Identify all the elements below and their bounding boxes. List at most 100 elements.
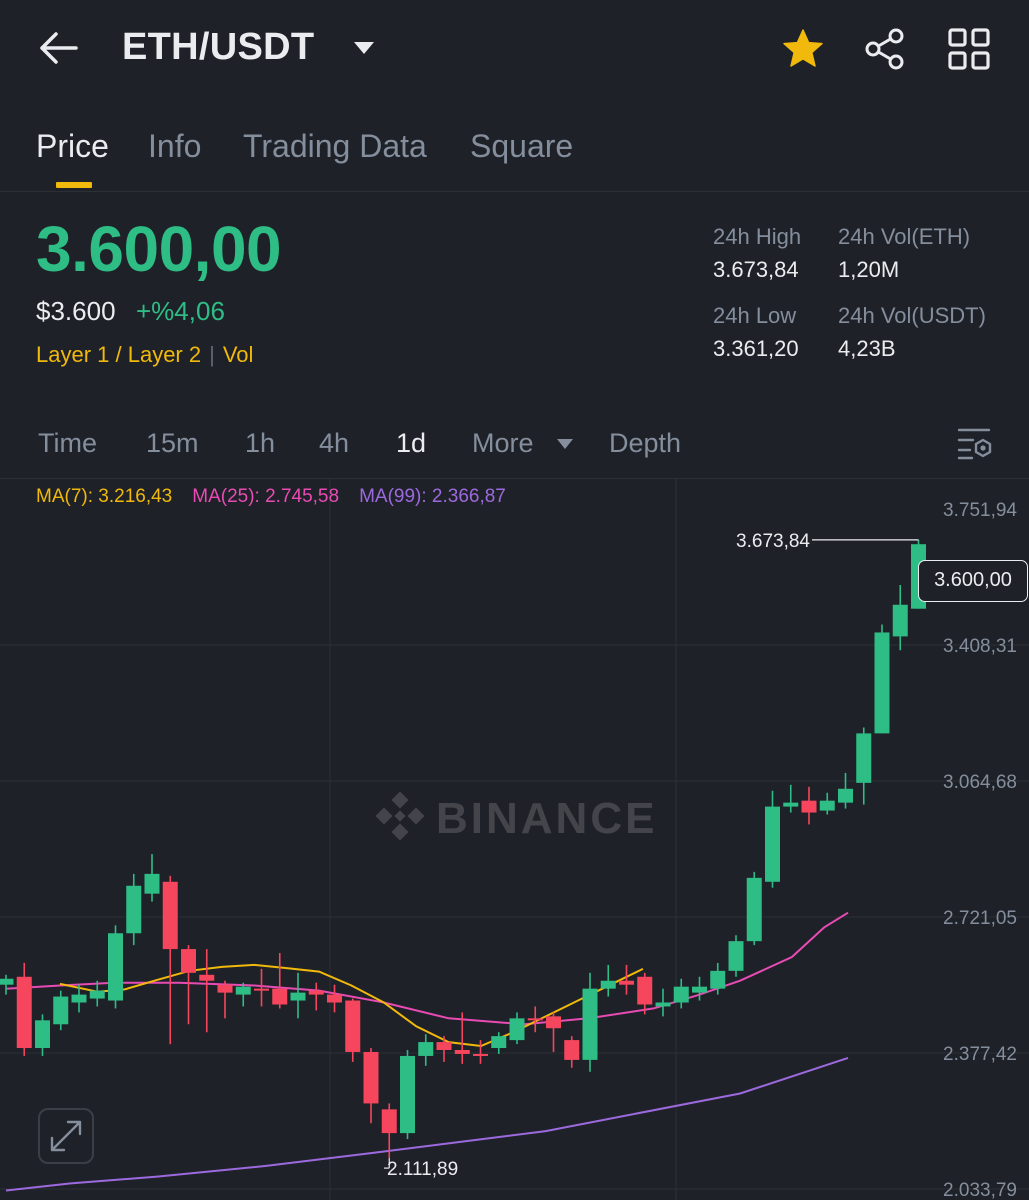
ma25-label: MA(25): 2.745,58	[192, 486, 340, 507]
candle-down	[217, 984, 233, 993]
expand-icon	[50, 1120, 82, 1152]
candle-up	[765, 806, 780, 882]
caret-down-icon[interactable]	[556, 438, 574, 450]
candle-up	[235, 986, 251, 995]
candle-up	[838, 788, 853, 803]
candle-up	[0, 978, 14, 985]
stat-vol-eth-label: 24h Vol(ETH)	[838, 224, 971, 249]
interval-time[interactable]: Time	[38, 428, 97, 459]
candle-down	[199, 974, 215, 981]
y-axis-label: 3.751,94	[943, 500, 1017, 521]
share-icon[interactable]	[862, 26, 908, 72]
stat-vol-eth-value: 1,20M	[838, 257, 900, 282]
candle-up	[819, 800, 835, 811]
y-axis-label: 2.033,79	[943, 1180, 1017, 1200]
tab-bar: Price Info Trading Data Square	[0, 110, 1029, 192]
stat-vol-usdt-value: 4,23B	[838, 336, 896, 361]
interval-15m[interactable]: 15m	[146, 428, 199, 459]
back-arrow-icon[interactable]	[36, 26, 80, 70]
y-axis-label: 3.408,31	[943, 636, 1017, 657]
tab-price[interactable]: Price	[36, 128, 109, 165]
watermark-text: BINANCE	[436, 794, 658, 843]
candle-up	[71, 994, 87, 1003]
interval-bar: Time 15m 1h 4h 1d More Depth	[0, 420, 1029, 470]
expand-chart-button[interactable]	[38, 1108, 94, 1164]
candle-up	[856, 733, 872, 783]
candle-down	[619, 980, 634, 985]
candle-up	[53, 996, 69, 1025]
chart-settings-icon[interactable]	[956, 424, 994, 462]
candle-down	[473, 1053, 488, 1056]
tab-info[interactable]: Info	[148, 128, 201, 165]
candle-up	[728, 941, 744, 971]
candle-up	[746, 877, 762, 942]
candle-down	[564, 1040, 580, 1060]
stat-low-value: 3.361,20	[713, 336, 799, 361]
candle-down	[254, 988, 269, 991]
candle-up	[144, 873, 160, 894]
candle-down	[527, 1018, 543, 1021]
tag-vol[interactable]: Vol	[223, 342, 254, 367]
candle-down	[801, 800, 817, 813]
candle-down	[363, 1051, 379, 1104]
candle-up	[290, 992, 306, 1001]
last-price: 3.600,00	[36, 213, 282, 285]
candle-up	[783, 802, 799, 807]
candle-up	[126, 885, 142, 934]
active-tab-indicator	[56, 182, 92, 188]
candle-down	[454, 1050, 470, 1054]
stat-low-label: 24h Low	[713, 303, 797, 328]
candle-up	[874, 632, 890, 734]
candle-up	[582, 988, 598, 1060]
candle-down	[181, 949, 196, 973]
grid-icon[interactable]	[946, 26, 992, 72]
tag-layer[interactable]: Layer 1 / Layer 2	[36, 342, 201, 367]
tab-square[interactable]: Square	[470, 128, 573, 165]
y-axis-label: 2.377,42	[943, 1044, 1017, 1065]
candle-up	[418, 1042, 434, 1056]
tab-trading-data[interactable]: Trading Data	[243, 128, 427, 165]
candle-up	[400, 1055, 415, 1134]
usd-price: $3.600	[36, 296, 116, 326]
top-bar: ETH/USDT	[0, 0, 1029, 96]
candle-up	[89, 990, 105, 999]
candle-down	[308, 990, 324, 995]
interval-1d[interactable]: 1d	[396, 428, 426, 459]
pair-title[interactable]: ETH/USDT	[122, 26, 314, 69]
category-tags: Layer 1 / Layer 2 | Vol	[36, 342, 253, 368]
candle-up	[892, 604, 908, 637]
ma7-label: MA(7): 3.216,43	[36, 486, 173, 507]
tag-separator: |	[209, 342, 215, 367]
stat-vol-usdt-label: 24h Vol(USDT)	[838, 303, 986, 328]
candle-up	[600, 980, 616, 989]
candle-down	[272, 988, 288, 1005]
interval-depth[interactable]: Depth	[609, 428, 681, 459]
ma-legend: MA(7): 3.216,43 MA(25): 2.745,58 MA(99): 2…	[36, 486, 506, 508]
candle-down	[162, 881, 178, 950]
y-axis-label: 2.721,05	[943, 908, 1017, 929]
stat-high-label: 24h High	[713, 224, 802, 249]
ma99-label: MA(99): 2.366,87	[359, 486, 506, 507]
candle-up	[491, 1036, 507, 1049]
current-price-badge[interactable]: 3.600,00	[918, 560, 1028, 602]
high-marker-label: 3.673,84	[736, 531, 810, 552]
candle-down	[16, 976, 32, 1049]
candle-down	[436, 1042, 452, 1051]
candle-up	[35, 1020, 50, 1049]
price-change-percent: +%4,06	[136, 296, 225, 326]
candle-up	[655, 1002, 671, 1007]
candle-down	[327, 994, 342, 1003]
interval-1h[interactable]: 1h	[245, 428, 275, 459]
candle-down	[637, 976, 653, 1005]
interval-4h[interactable]: 4h	[319, 428, 349, 459]
interval-more[interactable]: More	[472, 428, 534, 459]
y-axis-label: 3.064,68	[943, 772, 1017, 793]
candle-up	[108, 933, 123, 1001]
low-marker-label: 2.111,89	[387, 1159, 458, 1180]
candle-down	[381, 1109, 397, 1134]
candle-up	[509, 1018, 525, 1041]
star-icon[interactable]	[780, 26, 826, 72]
stat-high-value: 3.673,84	[713, 257, 799, 282]
caret-down-icon[interactable]	[352, 40, 376, 56]
candle-down	[546, 1016, 561, 1029]
